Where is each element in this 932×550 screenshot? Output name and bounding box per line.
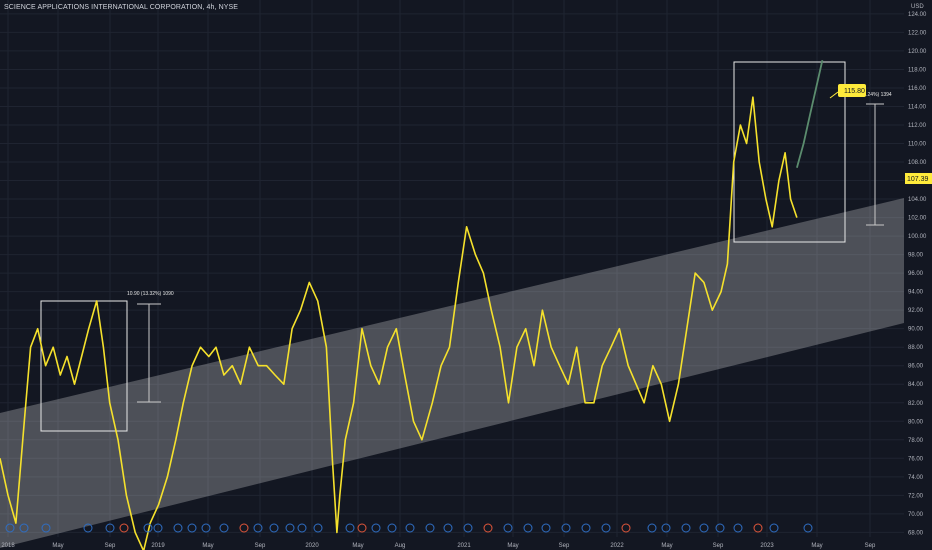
y-tick-label: 104.00 xyxy=(908,197,927,203)
y-tick-label: 108.00 xyxy=(908,160,927,166)
y-tick-label: 114.00 xyxy=(908,104,927,110)
event-marker-icon[interactable] xyxy=(621,523,631,533)
event-marker-icon[interactable] xyxy=(647,523,657,533)
y-tick-label: 90.00 xyxy=(908,327,924,333)
x-tick-label: May xyxy=(661,543,672,549)
x-tick-label: 2018 xyxy=(1,543,15,549)
event-marker-icon[interactable] xyxy=(581,523,591,533)
y-tick-label: 102.00 xyxy=(908,216,927,222)
x-axis: 2018 May Sep 2019 May Sep 2020 May Aug 2021 May Sep… xyxy=(1,543,876,549)
x-tick-label: May xyxy=(507,543,518,549)
event-marker-icon[interactable] xyxy=(561,523,571,533)
y-tick-label: 68.00 xyxy=(908,530,924,536)
event-marker-icon[interactable] xyxy=(387,523,397,533)
event-marker-icon[interactable] xyxy=(503,523,513,533)
x-tick-label: 2019 xyxy=(151,543,165,549)
y-tick-label: 122.00 xyxy=(908,30,927,36)
y-tick-label: 78.00 xyxy=(908,438,924,444)
highlight-box-2023[interactable] xyxy=(733,61,846,243)
y-tick-label: 94.00 xyxy=(908,290,924,296)
target-price-tag[interactable]: 115.80 xyxy=(829,84,866,99)
x-tick-label: Sep xyxy=(255,543,266,549)
y-tick-label: 110.00 xyxy=(908,142,927,148)
x-tick-label: 2023 xyxy=(760,543,774,549)
event-marker-icon[interactable] xyxy=(443,523,453,533)
event-marker-icon[interactable] xyxy=(681,523,691,533)
x-tick-label: May xyxy=(811,543,822,549)
y-tick-label: 86.00 xyxy=(908,364,924,370)
x-tick-label: Aug xyxy=(395,543,406,549)
x-tick-label: Sep xyxy=(559,543,570,549)
x-tick-label: 2022 xyxy=(610,543,624,549)
y-tick-label: 112.00 xyxy=(908,123,927,129)
event-marker-icon[interactable] xyxy=(523,523,533,533)
event-marker-icon[interactable] xyxy=(733,523,743,533)
chart-title: SCIENCE APPLICATIONS INTERNATIONAL CORPO… xyxy=(4,4,239,11)
y-tick-label: 98.00 xyxy=(908,253,924,259)
y-tick-label: 124.00 xyxy=(908,12,927,18)
x-tick-label: Sep xyxy=(105,543,116,549)
event-marker-icon[interactable] xyxy=(483,523,493,533)
event-marker-icon[interactable] xyxy=(173,523,183,533)
x-tick-label: 2020 xyxy=(305,543,319,549)
event-marker-icon[interactable] xyxy=(405,523,415,533)
event-marker-icon[interactable] xyxy=(803,523,813,533)
y-tick-label: 82.00 xyxy=(908,401,924,407)
event-marker-icon[interactable] xyxy=(187,523,197,533)
y-tick-label: 72.00 xyxy=(908,493,924,499)
x-tick-label: May xyxy=(52,543,63,549)
x-tick-label: Sep xyxy=(713,543,724,549)
event-marker-icon[interactable] xyxy=(463,523,473,533)
x-tick-label: Sep xyxy=(865,543,876,549)
event-marker-icon[interactable] xyxy=(201,523,211,533)
y-tick-label: 116.00 xyxy=(908,86,927,92)
event-marker-icon[interactable] xyxy=(269,523,279,533)
target-price-label: 115.80 xyxy=(844,88,865,95)
event-marker-icon[interactable] xyxy=(239,523,249,533)
current-price-tag: 107.39 xyxy=(905,173,932,184)
x-tick-label: May xyxy=(352,543,363,549)
event-marker-icon[interactable] xyxy=(541,523,551,533)
y-tick-label: 80.00 xyxy=(908,419,924,425)
event-marker-icon[interactable] xyxy=(753,523,763,533)
y-tick-label: 118.00 xyxy=(908,67,927,73)
current-price-label: 107.39 xyxy=(907,176,929,183)
event-marker-icon[interactable] xyxy=(253,523,263,533)
event-marker-icon[interactable] xyxy=(119,523,129,533)
event-marker-icon[interactable] xyxy=(425,523,435,533)
event-markers xyxy=(5,523,813,533)
event-marker-icon[interactable] xyxy=(313,523,323,533)
projection-line xyxy=(796,60,824,168)
currency-label: USD xyxy=(911,4,924,10)
event-marker-icon[interactable] xyxy=(345,523,355,533)
event-marker-icon[interactable] xyxy=(661,523,671,533)
event-marker-icon[interactable] xyxy=(285,523,295,533)
event-marker-icon[interactable] xyxy=(297,523,307,533)
event-marker-icon[interactable] xyxy=(357,523,367,533)
range-label-2018: 10.90 (13.32%) 1090 xyxy=(127,291,174,297)
y-tick-label: 70.00 xyxy=(908,512,924,518)
y-tick-label: 100.00 xyxy=(908,234,927,240)
price-chart[interactable]: 10.90 (13.32%) 1090 13.90 (13.24%) 1394 … xyxy=(0,0,932,550)
x-tick-label: May xyxy=(202,543,213,549)
y-axis: 68.00 70.00 72.00 74.00 76.00 78.00 80.00 82.00… xyxy=(908,12,927,536)
y-tick-label: 74.00 xyxy=(908,475,924,481)
y-tick-label: 84.00 xyxy=(908,382,924,388)
event-marker-icon[interactable] xyxy=(769,523,779,533)
y-tick-label: 120.00 xyxy=(908,49,927,55)
y-tick-label: 92.00 xyxy=(908,308,924,314)
y-tick-label: 88.00 xyxy=(908,345,924,351)
x-tick-label: 2021 xyxy=(457,543,471,549)
event-marker-icon[interactable] xyxy=(601,523,611,533)
event-marker-icon[interactable] xyxy=(219,523,229,533)
y-tick-label: 96.00 xyxy=(908,271,924,277)
event-marker-icon[interactable] xyxy=(371,523,381,533)
event-marker-icon[interactable] xyxy=(715,523,725,533)
y-tick-label: 76.00 xyxy=(908,456,924,462)
event-marker-icon[interactable] xyxy=(699,523,709,533)
